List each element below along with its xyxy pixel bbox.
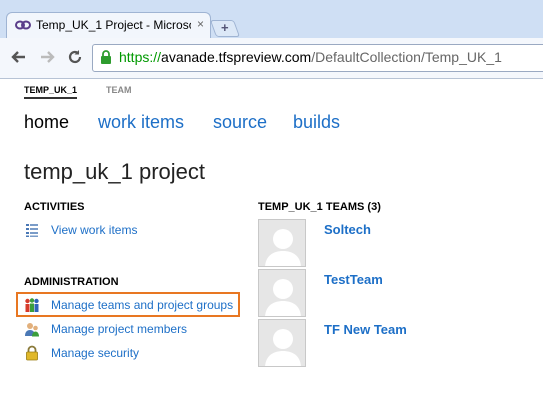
page-title: temp_uk_1 project [24,159,205,184]
team-item: Soltech [258,219,538,267]
team-name[interactable]: TestTeam [324,272,383,287]
browser-toolbar: https://avanade.tfspreview.com/DefaultCo… [0,38,543,79]
address-bar[interactable]: https://avanade.tfspreview.com/DefaultCo… [92,44,543,72]
nav-work-items[interactable]: work items [98,112,184,133]
team-name[interactable]: TF New Team [324,322,407,337]
tab-title: Temp_UK_1 Project - Microsof [36,18,191,32]
activities-heading: ACTIVITIES [24,201,85,213]
team-name[interactable]: Soltech [324,222,371,237]
team-avatar-placeholder-icon[interactable] [258,269,306,317]
administration-heading: ADMINISTRATION [24,276,119,288]
url-scheme: https:// [119,49,162,65]
nav-source[interactable]: source [213,112,267,133]
project-members-icon [25,323,39,337]
url-host: avanade.tfspreview.com [161,49,312,65]
page-content: TEMP_UK_1 TEAM home work items source bu… [0,79,543,414]
url-text: https://avanade.tfspreview.com/DefaultCo… [119,49,502,65]
team-avatar-placeholder-icon[interactable] [258,319,306,367]
work-items-list-icon [26,224,38,237]
manage-security-label: Manage security [51,346,140,360]
context-project[interactable]: TEMP_UK_1 [24,85,78,99]
nav-builds[interactable]: builds [293,112,340,133]
forward-arrow-icon[interactable] [36,48,58,68]
tfs-favicon-icon [15,20,31,30]
manage-members-label: Manage project members [51,322,188,336]
teams-heading: TEMP_UK_1 TEAMS (3) [258,201,381,213]
tab-close-icon[interactable]: × [197,17,204,31]
teams-groups-icon [25,298,39,312]
team-avatar-placeholder-icon[interactable] [258,219,306,267]
nav-home[interactable]: home [24,112,69,133]
browser-tab[interactable]: Temp_UK_1 Project - Microsof × [6,12,211,39]
team-item: TF New Team [258,319,538,367]
new-tab-button[interactable]: + [209,20,241,37]
context-team[interactable]: TEAM [106,85,132,95]
plus-icon: + [221,20,229,35]
browser-chrome: Temp_UK_1 Project - Microsof × + https:/… [0,0,543,79]
padlock-icon [26,345,38,361]
view-work-items-label: View work items [51,223,138,237]
manage-teams-label: Manage teams and project groups [51,298,234,312]
team-item: TestTeam [258,269,538,317]
back-arrow-icon[interactable] [8,48,30,68]
reload-icon[interactable] [64,48,86,68]
url-path: /DefaultCollection/Temp_UK_1 [311,49,502,65]
lock-icon [101,50,111,64]
